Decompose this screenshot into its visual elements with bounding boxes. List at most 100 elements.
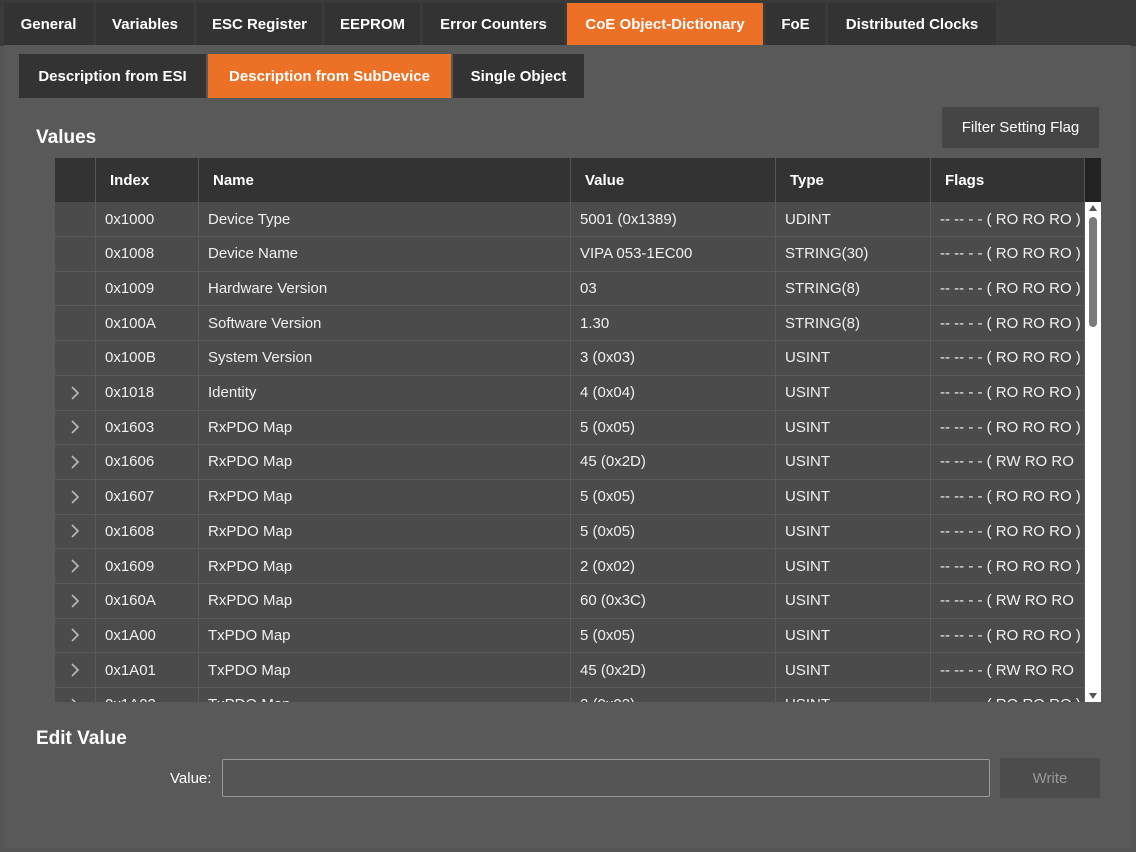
chevron-right-icon[interactable] [70,385,80,401]
row-expander[interactable] [55,410,96,445]
tab-variables[interactable]: Variables [96,3,194,45]
chevron-right-icon[interactable] [70,489,80,505]
tab-distributed-clocks[interactable]: Distributed Clocks [828,3,996,45]
scroll-down-arrow-icon[interactable] [1089,693,1097,699]
scroll-thumb[interactable] [1089,217,1097,327]
tab-error-counters[interactable]: Error Counters [423,3,564,45]
cell-name: RxPDO Map [199,410,571,445]
cell-type: STRING(8) [776,306,931,341]
cell-value: 03 [571,271,776,306]
table-row[interactable]: 0x1608 RxPDO Map 5 (0x05) USINT -- -- - - ( … [55,514,1085,550]
header-index[interactable]: Index [96,158,199,202]
cell-index: 0x1008 [96,236,199,271]
chevron-right-icon[interactable] [70,523,80,539]
cell-name: RxPDO Map [199,583,571,618]
cell-index: 0x1A00 [96,618,199,653]
row-expander[interactable] [55,687,96,702]
cell-index: 0x1609 [96,549,199,583]
table-row[interactable]: 0x1A02TxPDO Map2 (0x02)USINT-- -- - - ( … [55,687,1085,702]
chevron-right-icon[interactable] [70,454,80,470]
cell-value: 5 (0x05) [571,618,776,653]
cell-type: USINT [776,444,931,479]
header-value[interactable]: Value [571,158,776,202]
cell-type: USINT [776,618,931,653]
row-expander[interactable] [55,514,96,549]
cell-value: 4 (0x04) [571,375,776,410]
chevron-right-icon[interactable] [70,662,80,678]
table-row[interactable]: 0x1008 Device Name VIPA 053-1EC00 STRING(30… [55,236,1085,272]
table-row[interactable]: 0x1A01 TxPDO Map 45 (0x2D) USINT -- -- - - (… [55,653,1085,689]
table-row[interactable]: 0x1000 Device Type 5001 (0x1389) UDINT -- --… [55,202,1085,237]
cell-name: Hardware Version [199,271,571,306]
row-expander[interactable] [55,549,96,583]
cell-value: 60 (0x3C) [571,583,776,618]
chevron-right-icon[interactable] [70,627,80,643]
cell-name: TxPDO Map [199,618,571,653]
write-button[interactable]: Write [1000,758,1100,798]
row-expander[interactable] [55,375,96,410]
row-expander [55,236,96,271]
row-expander[interactable] [55,583,96,618]
cell-index: 0x1606 [96,444,199,479]
cell-value: 1.30 [571,306,776,341]
tab-eeprom[interactable]: EEPROM [325,3,420,45]
cell-type: USINT [776,653,931,688]
value-input[interactable] [222,759,990,797]
tab-coe-object-dictionary[interactable]: CoE Object-Dictionary [567,3,763,45]
table-row[interactable]: 0x1607 RxPDO Map 5 (0x05) USINT -- -- - - ( … [55,479,1085,515]
tab-general[interactable]: General [4,3,93,45]
cell-index: 0x100A [96,306,199,341]
tab-esc-register[interactable]: ESC Register [197,3,322,45]
header-name[interactable]: Name [199,158,571,202]
row-expander[interactable] [55,618,96,653]
edit-value-title: Edit Value [36,728,127,749]
cell-type: USINT [776,514,931,549]
cell-flags: -- -- - - ( RO RO RO ) [931,271,1085,306]
tab-foe[interactable]: FoE [766,3,825,45]
chevron-right-icon[interactable] [70,697,80,702]
subtab-description-from-esi[interactable]: Description from ESI [19,54,206,98]
cell-flags: -- -- - - ( RO RO RO ) [931,618,1085,653]
values-title: Values [36,127,97,148]
row-expander[interactable] [55,444,96,479]
cell-index: 0x1A02 [96,687,199,702]
scroll-up-arrow-icon[interactable] [1089,205,1097,211]
cell-type: USINT [776,549,931,583]
table-row[interactable]: 0x1018 Identity 4 (0x04) USINT -- -- - - ( R… [55,375,1085,411]
table-row[interactable]: 0x1603 RxPDO Map 5 (0x05) USINT -- -- - - ( … [55,410,1085,446]
header-type[interactable]: Type [776,158,931,202]
chevron-right-icon[interactable] [70,558,80,574]
table-row[interactable]: 0x1A00 TxPDO Map 5 (0x05) USINT -- -- - - ( … [55,618,1085,654]
cell-type: UDINT [776,202,931,236]
cell-flags: -- -- - - ( RO RO RO ) [931,236,1085,271]
row-expander[interactable] [55,479,96,514]
table-row[interactable]: 0x100B System Version 3 (0x03) USINT -- -- -… [55,340,1085,376]
filter-setting-flag-button[interactable]: Filter Setting Flag [942,107,1099,148]
chevron-right-icon[interactable] [70,593,80,609]
cell-index: 0x1607 [96,479,199,514]
header-corner [1085,158,1101,202]
vertical-scrollbar[interactable] [1085,202,1101,702]
table-body: 0x1000 Device Type 5001 (0x1389) UDINT -- --… [55,202,1085,702]
cell-index: 0x1009 [96,271,199,306]
top-tab-bar: General Variables ESC Register EEPROM Er… [0,0,1136,46]
row-expander [55,202,96,236]
cell-type: STRING(30) [776,236,931,271]
subtab-description-from-subdevice[interactable]: Description from SubDevice [208,54,451,98]
chevron-right-icon[interactable] [70,419,80,435]
table-row[interactable]: 0x160A RxPDO Map 60 (0x3C) USINT -- -- - - (… [55,583,1085,619]
cell-name: RxPDO Map [199,444,571,479]
header-expander [55,158,96,202]
subtab-single-object[interactable]: Single Object [453,54,584,98]
cell-index: 0x1A01 [96,653,199,688]
header-flags[interactable]: Flags [931,158,1085,202]
cell-flags: -- -- - - ( RO RO RO ) [931,549,1085,583]
row-expander[interactable] [55,653,96,688]
cell-name: Identity [199,375,571,410]
table-row[interactable]: 0x1609 RxPDO Map 2 (0x02) USINT -- -- - - ( … [55,549,1085,584]
table-row[interactable]: 0x1009 Hardware Version 03 STRING(8) -- -- -… [55,271,1085,307]
table-row[interactable]: 0x100A Software Version 1.30 STRING(8) -- --… [55,306,1085,342]
table-row[interactable]: 0x1606 RxPDO Map 45 (0x2D) USINT -- -- - - (… [55,444,1085,480]
cell-name: Software Version [199,306,571,341]
row-expander [55,271,96,306]
